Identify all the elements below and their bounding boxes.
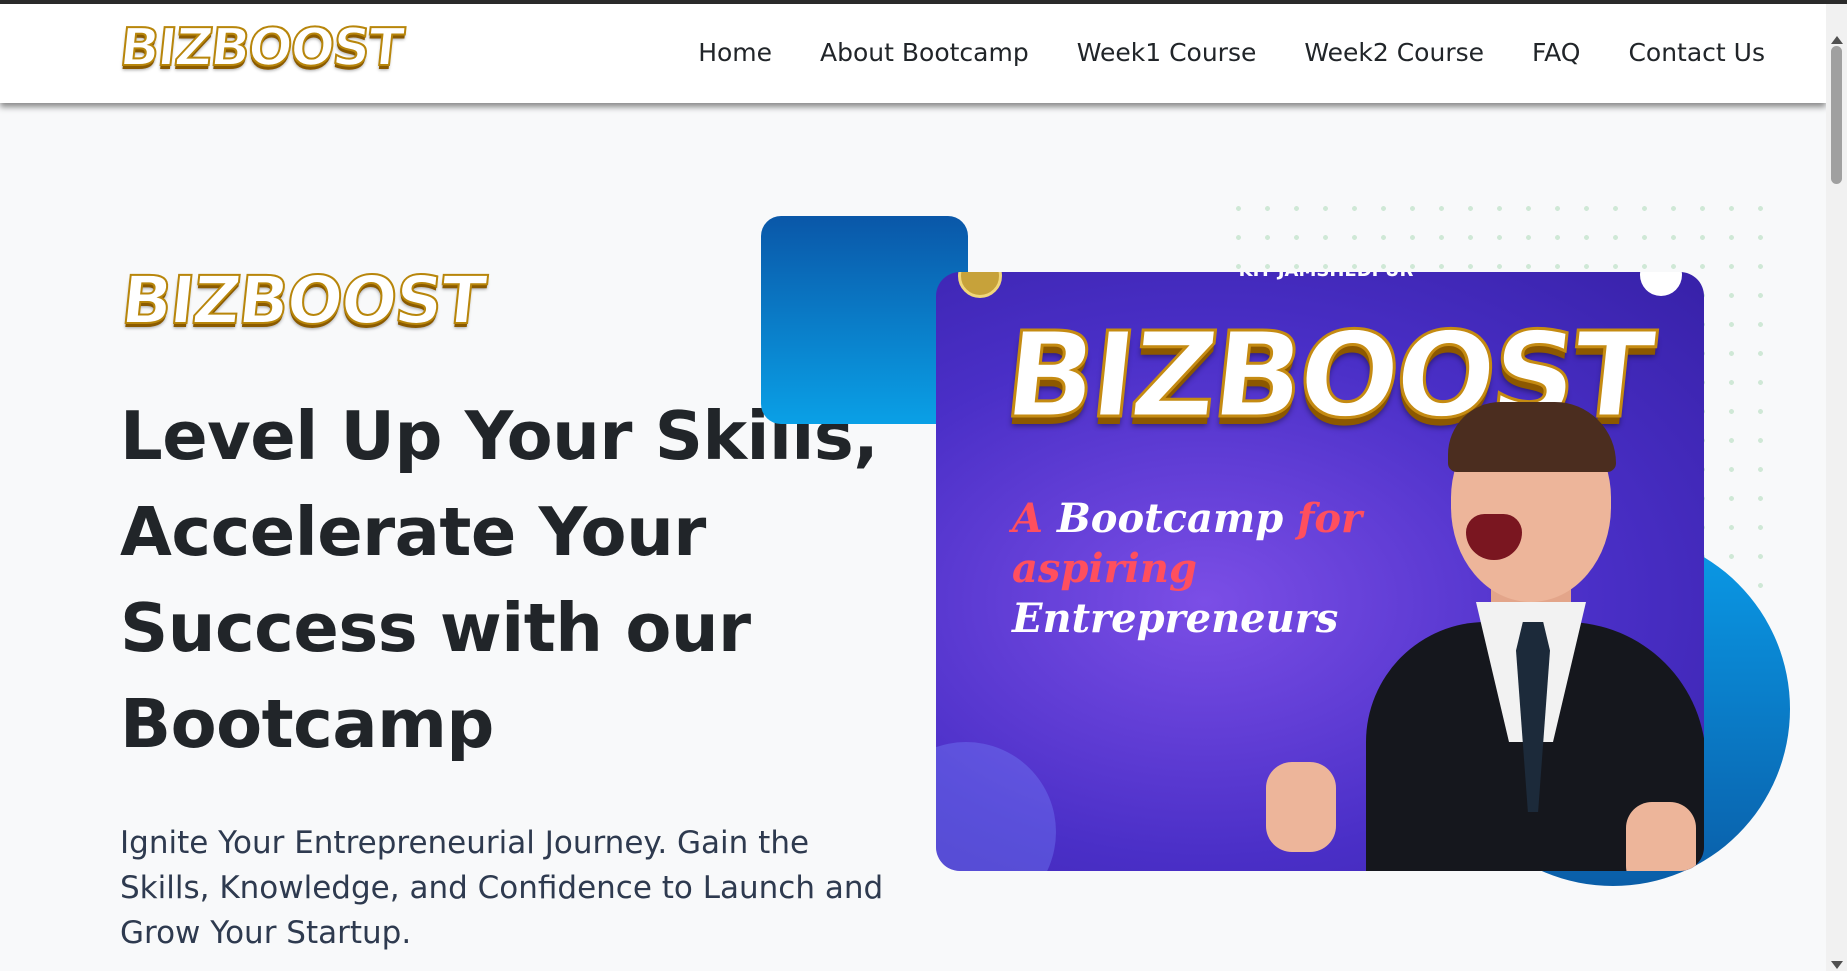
bootcamp-poster-image: KIT JAMSHEDPUR BIZBOOST A Bootcamp for a… (936, 272, 1704, 871)
tagline-aspiring: aspiring (1012, 545, 1197, 592)
hero-logo: BIZBOOST (117, 261, 489, 340)
poster-tagline: A Bootcamp for aspiring Entrepreneurs (1012, 494, 1412, 644)
brand-logo[interactable]: BIZBOOST (116, 17, 406, 79)
page-scrollbar[interactable] (1826, 4, 1847, 971)
nav-link-week2-course[interactable]: Week2 Course (1304, 38, 1484, 67)
left-fist-shape (1266, 762, 1336, 852)
nav-link-week1-course[interactable]: Week1 Course (1077, 38, 1257, 67)
scroll-down-arrow-icon[interactable] (1831, 961, 1843, 969)
nav-link-about-bootcamp[interactable]: About Bootcamp (820, 38, 1029, 67)
excited-man-illustration (1266, 402, 1704, 871)
top-navbar: BIZBOOST Home About Bootcamp Week1 Cours… (0, 4, 1826, 103)
badge-icon (1640, 272, 1682, 296)
bubble-decoration (936, 742, 1056, 871)
tagline-for: for (1283, 495, 1363, 542)
tagline-entrepreneurs: Entrepreneurs (1012, 595, 1339, 642)
scroll-up-arrow-icon[interactable] (1831, 36, 1843, 44)
tagline-a: A (1012, 495, 1057, 542)
poster-top-text: KIT JAMSHEDPUR (1236, 272, 1416, 281)
nav-link-home[interactable]: Home (698, 38, 772, 67)
nav-link-faq[interactable]: FAQ (1532, 38, 1580, 67)
hero-subtitle: Ignite Your Entrepreneurial Journey. Gai… (120, 825, 884, 951)
hair-shape (1448, 402, 1616, 472)
nav-link-contact-us[interactable]: Contact Us (1628, 38, 1765, 67)
institute-seal-icon (958, 272, 1002, 298)
scrollbar-thumb[interactable] (1831, 46, 1842, 184)
hero-title: Level Up Your Skills, Accelerate Your Su… (120, 397, 879, 763)
nav-menu: Home About Bootcamp Week1 Course Week2 C… (650, 38, 1765, 67)
right-fist-shape (1626, 802, 1696, 871)
tagline-bootcamp: Bootcamp (1056, 495, 1284, 542)
